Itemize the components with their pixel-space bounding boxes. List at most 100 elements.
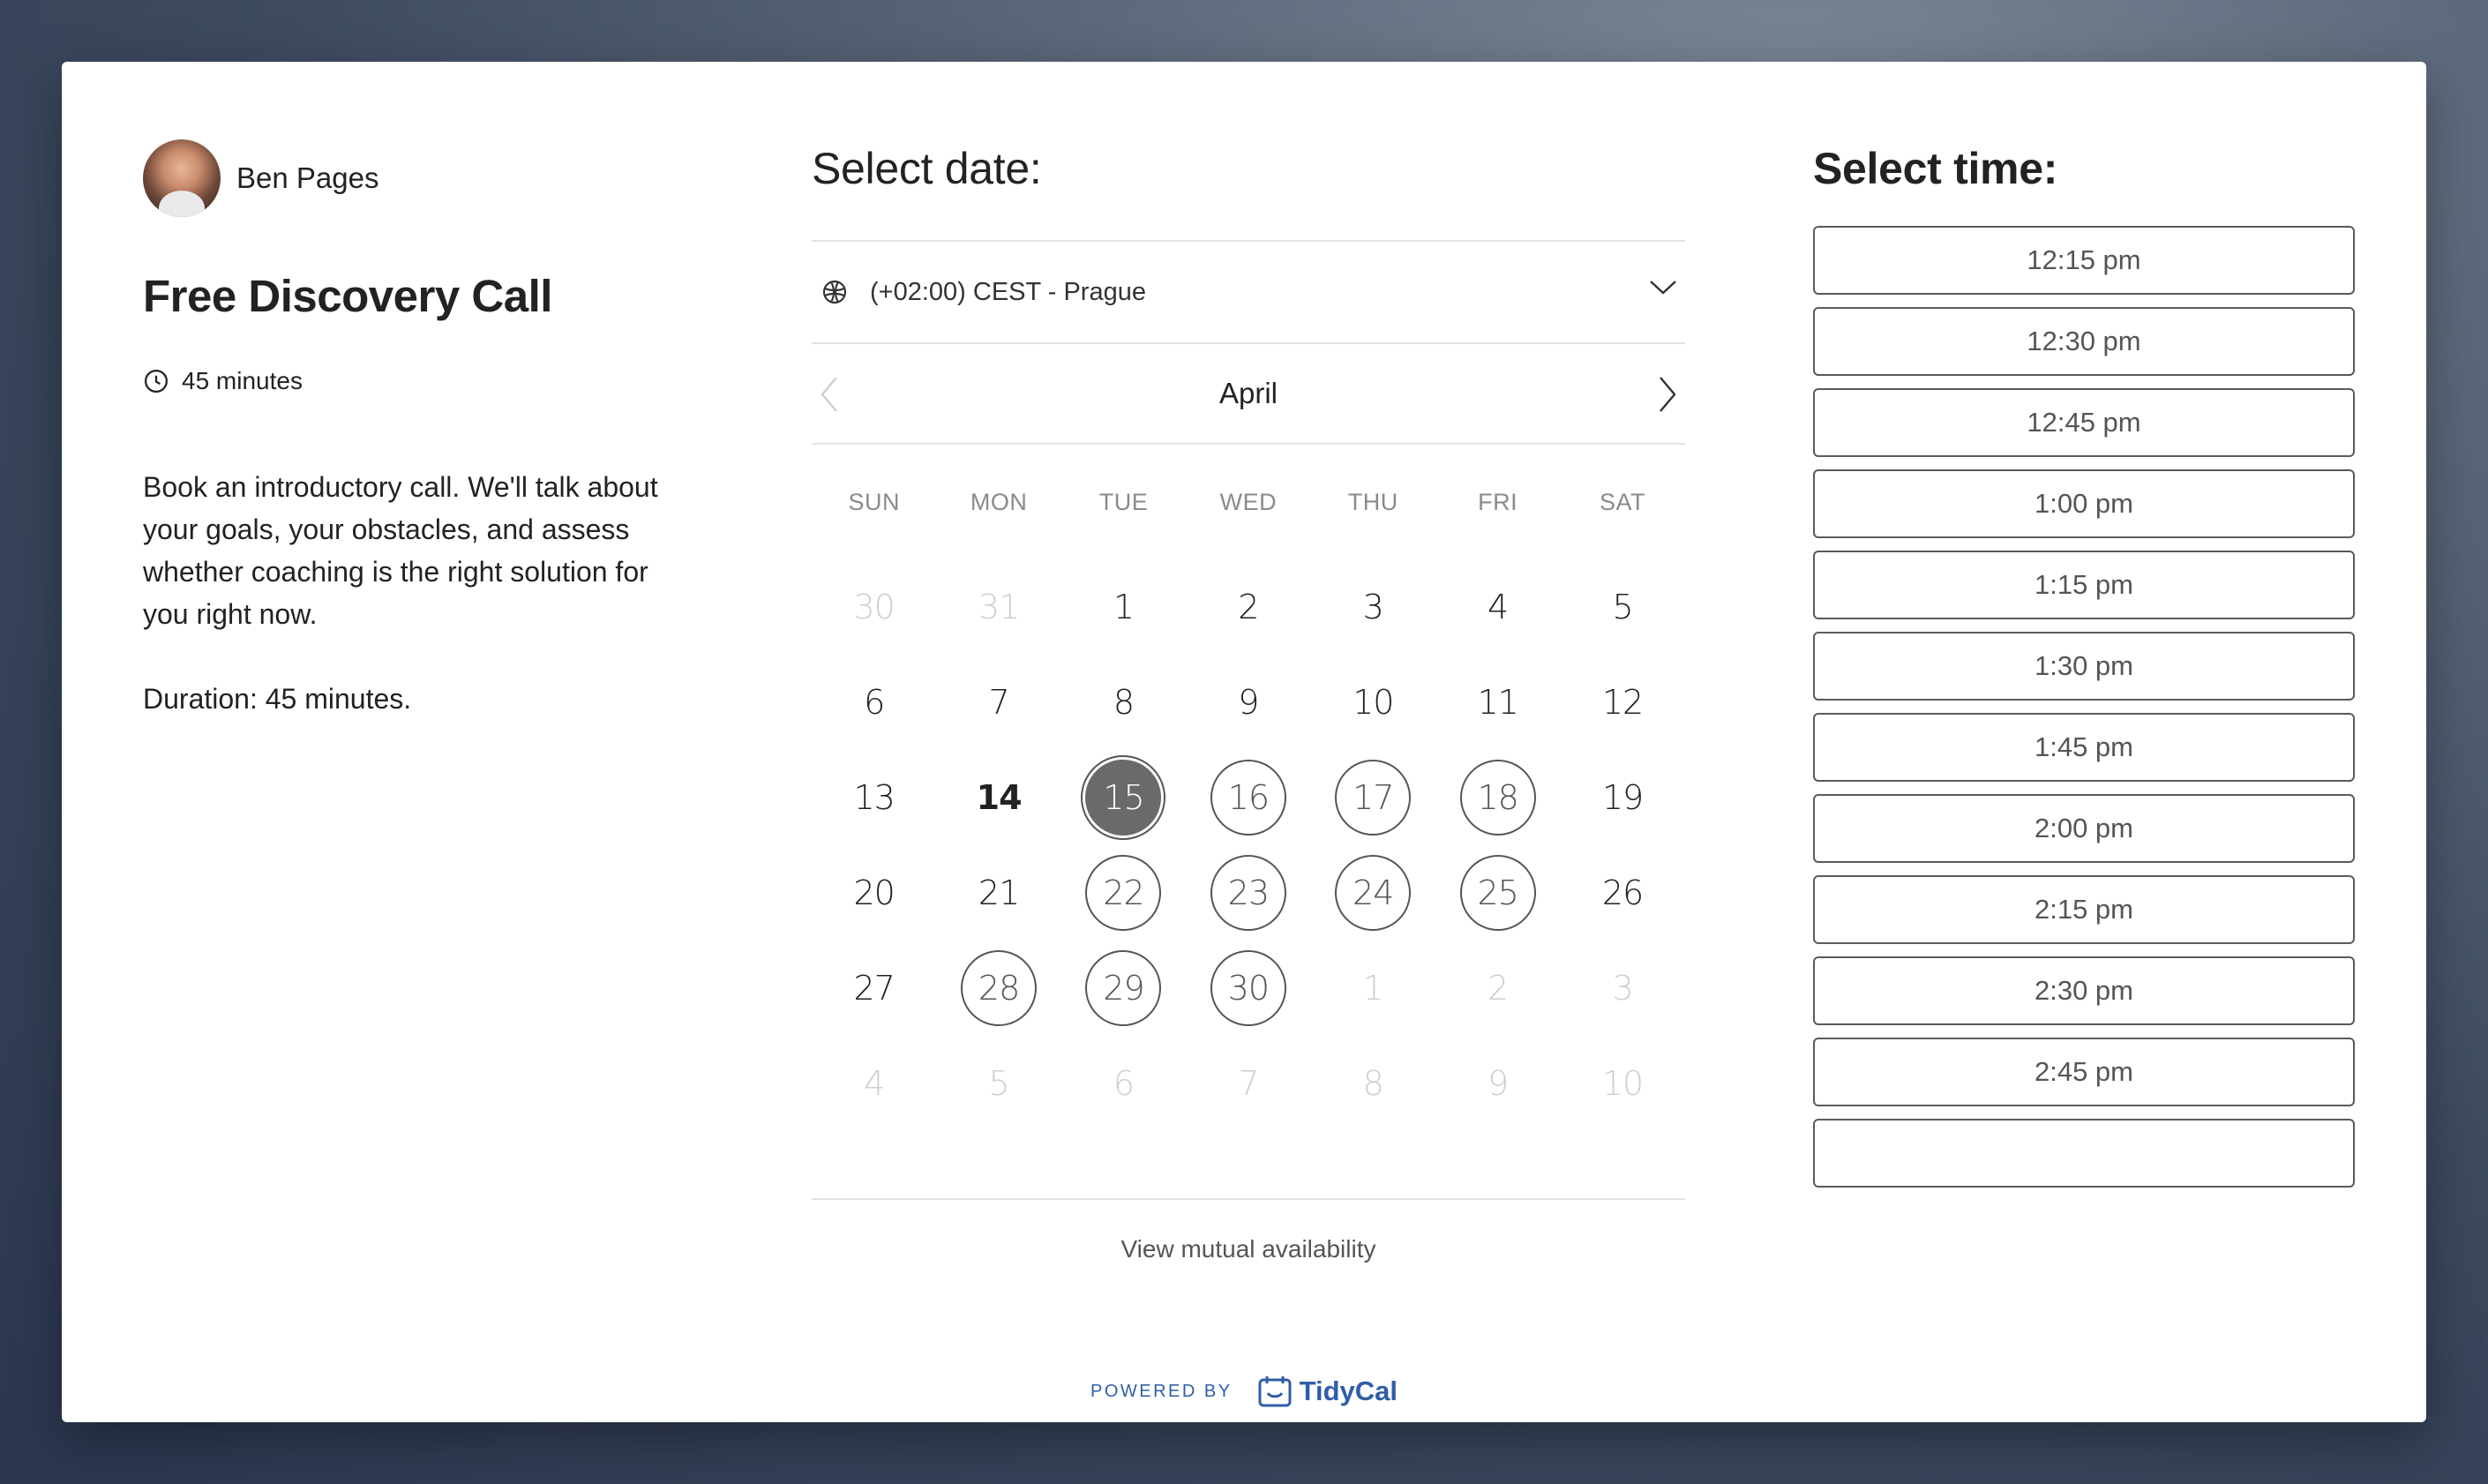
day-cell: 19 [1560, 750, 1684, 845]
weekday-header: SUN MON TUE WED THU FRI SAT [812, 445, 1685, 559]
weekday-label: WED [1219, 488, 1278, 515]
select-date-heading: Select date: [812, 144, 1042, 193]
day-cell[interactable]: 23 [1186, 845, 1310, 941]
chevron-left-icon [821, 377, 837, 412]
chevron-down-icon [1650, 281, 1676, 295]
month-label: April [1218, 377, 1278, 409]
day-cell: 12 [1560, 655, 1684, 750]
day-number: 16 [1210, 760, 1286, 836]
select-time-heading: Select time: [1813, 144, 2058, 193]
day-cell[interactable]: 30 [1186, 941, 1310, 1036]
day-number: 5 [988, 1064, 1009, 1103]
timezone-value: (+02:00) CEST - Prague [870, 277, 1146, 306]
day-number: 7 [988, 683, 1009, 722]
description-text: Book an introductory call. We'll talk ab… [143, 471, 658, 630]
time-slot-button[interactable]: 2:30 pm [1813, 956, 2355, 1025]
day-number: 18 [1459, 760, 1536, 836]
day-cell: 11 [1435, 655, 1560, 750]
weekday-label: SAT [1600, 488, 1646, 515]
globe-icon [821, 278, 849, 306]
brand-name: TidyCal [1299, 1375, 1398, 1406]
day-cell: 7 [1186, 1036, 1310, 1131]
day-cell: 9 [1435, 1036, 1560, 1131]
day-number: 26 [1601, 873, 1644, 912]
day-number: 8 [1113, 683, 1135, 722]
time-slot-button[interactable]: 12:15 pm [1813, 226, 2355, 295]
day-cell: 31 [936, 559, 1060, 655]
day-cell-selected[interactable]: 15 [1061, 750, 1186, 845]
day-cell[interactable]: 28 [936, 941, 1060, 1036]
view-mutual-availability-link[interactable]: View mutual availability [812, 1235, 1685, 1263]
day-number: 17 [1335, 760, 1412, 836]
day-cell: 4 [1435, 559, 1560, 655]
day-number: 5 [1612, 588, 1633, 626]
day-cell: 7 [936, 655, 1060, 750]
tidycal-logo[interactable]: TidyCal [1257, 1375, 1398, 1408]
day-cell: 1 [1061, 559, 1186, 655]
booking-card: Ben Pages Free Discovery Call 45 minutes… [62, 62, 2426, 1422]
day-number: 7 [1238, 1064, 1259, 1103]
day-cell[interactable]: 24 [1311, 845, 1435, 941]
day-cell: 8 [1061, 655, 1186, 750]
time-slot-button[interactable]: 12:30 pm [1813, 307, 2355, 376]
time-slot-button[interactable]: 2:15 pm [1813, 875, 2355, 944]
day-number: 2 [1488, 969, 1509, 1008]
day-cell: 26 [1560, 845, 1684, 941]
day-cell: 21 [936, 845, 1060, 941]
time-slot-button[interactable]: 12:45 pm [1813, 388, 2355, 457]
day-cell: 1 [1311, 941, 1435, 1036]
day-cell: 6 [812, 655, 936, 750]
duration-note: Duration: 45 minutes. [143, 683, 412, 715]
day-number: 13 [853, 778, 896, 817]
day-number: 3 [1612, 969, 1633, 1008]
time-slot-button[interactable] [1813, 1119, 2355, 1188]
day-number: 1 [1113, 588, 1135, 626]
prev-month-button[interactable] [812, 374, 847, 415]
powered-by-label: POWERED BY [1090, 1381, 1233, 1401]
day-number: 31 [978, 588, 1020, 626]
day-cell[interactable]: 16 [1186, 750, 1310, 845]
tidycal-logo-icon [1258, 1376, 1292, 1407]
day-cell[interactable]: 29 [1061, 941, 1186, 1036]
day-number: 10 [1601, 1064, 1644, 1103]
calendar: SUN MON TUE WED THU FRI SAT 30 31 1 2 3 4 5 6 7 8 9 10 11 1… [812, 445, 1685, 1131]
time-slot-button[interactable]: 1:15 pm [1813, 551, 2355, 619]
time-slot-list[interactable]: 12:15 pm 12:30 pm 12:45 pm 1:00 pm 1:15 pm 1:… [1813, 226, 2357, 1193]
day-cell[interactable]: 18 [1435, 750, 1560, 845]
day-cell: 27 [812, 941, 936, 1036]
day-number: 15 [1085, 760, 1162, 836]
day-cell[interactable]: 25 [1435, 845, 1560, 941]
time-slot-button[interactable]: 2:45 pm [1813, 1038, 2355, 1106]
day-number: 19 [1601, 778, 1644, 817]
day-cell: 14 [936, 750, 1060, 845]
time-slot-button[interactable]: 1:45 pm [1813, 713, 2355, 782]
clock-icon [145, 370, 168, 393]
weekday-label: SUN [848, 488, 900, 515]
weekday-label: TUE [1098, 488, 1149, 515]
day-cell: 30 [812, 559, 936, 655]
time-slot-button[interactable]: 1:30 pm [1813, 632, 2355, 701]
weekday-label: THU [1347, 488, 1398, 515]
day-number: 23 [1210, 855, 1286, 931]
calendar-grid: 30 31 1 2 3 4 5 6 7 8 9 10 11 12 13 14 15 16 17 18 19 20 21 22 2… [812, 559, 1685, 1131]
event-description: Book an introductory call. We'll talk ab… [143, 466, 690, 720]
day-number: 22 [1085, 855, 1162, 931]
next-month-button[interactable] [1650, 374, 1685, 415]
day-number: 6 [864, 683, 885, 722]
day-cell: 10 [1311, 655, 1435, 750]
day-cell: 6 [1061, 1036, 1186, 1131]
day-cell[interactable]: 22 [1061, 845, 1186, 941]
day-cell[interactable]: 17 [1311, 750, 1435, 845]
day-number: 4 [1488, 588, 1509, 626]
time-slot-button[interactable]: 2:00 pm [1813, 794, 2355, 863]
day-cell: 20 [812, 845, 936, 941]
month-navigation: April [812, 344, 1685, 445]
chevron-right-icon [1660, 377, 1676, 412]
time-slot-button[interactable]: 1:00 pm [1813, 469, 2355, 538]
day-number: 30 [853, 588, 896, 626]
weekday-label: MON [970, 488, 1028, 515]
day-number: 8 [1362, 1064, 1384, 1103]
day-number: 9 [1488, 1064, 1509, 1103]
timezone-select[interactable]: (+02:00) CEST - Prague [812, 240, 1685, 344]
day-number: 6 [1113, 1064, 1135, 1103]
